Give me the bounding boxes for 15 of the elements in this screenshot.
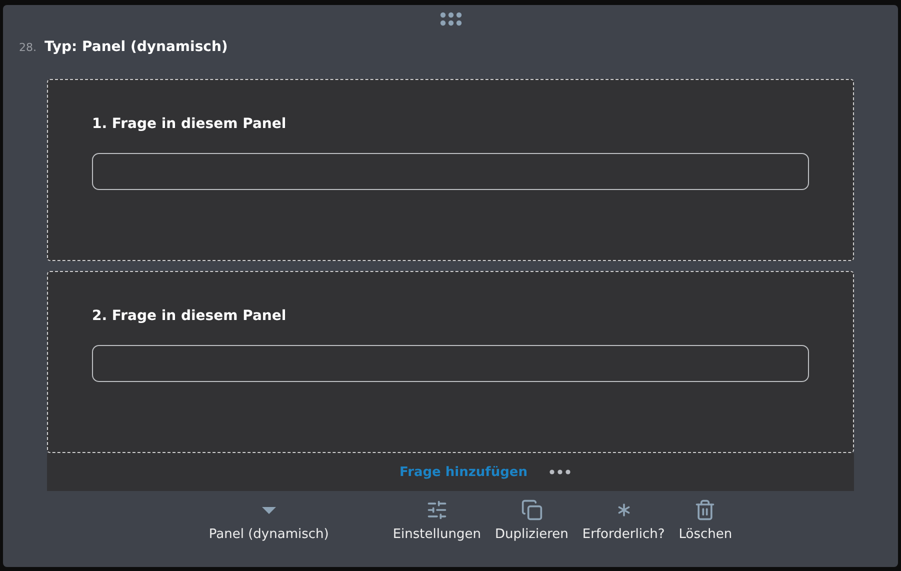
more-icon[interactable] bbox=[549, 469, 572, 475]
caret-icon bbox=[262, 507, 276, 514]
required-button[interactable]: Erforderlich? bbox=[580, 499, 667, 542]
copy-icon bbox=[520, 499, 543, 521]
duplicate-button[interactable]: Duplizieren bbox=[492, 499, 570, 542]
question-number: 28. bbox=[19, 41, 36, 54]
type-dropdown[interactable]: Panel (dynamisch) bbox=[206, 499, 331, 542]
question-label[interactable]: 2. Frage in diesem Panel bbox=[92, 308, 809, 324]
trash-icon bbox=[694, 499, 716, 521]
settings-icon bbox=[426, 499, 448, 521]
settings-button[interactable]: Einstellungen bbox=[390, 499, 483, 542]
question-label[interactable]: 1. Frage in diesem Panel bbox=[92, 116, 809, 132]
drag-handle-icon[interactable] bbox=[440, 12, 462, 26]
question-title[interactable]: Typ: Panel (dynamisch) bbox=[44, 39, 228, 55]
delete-button[interactable]: Löschen bbox=[676, 499, 734, 542]
